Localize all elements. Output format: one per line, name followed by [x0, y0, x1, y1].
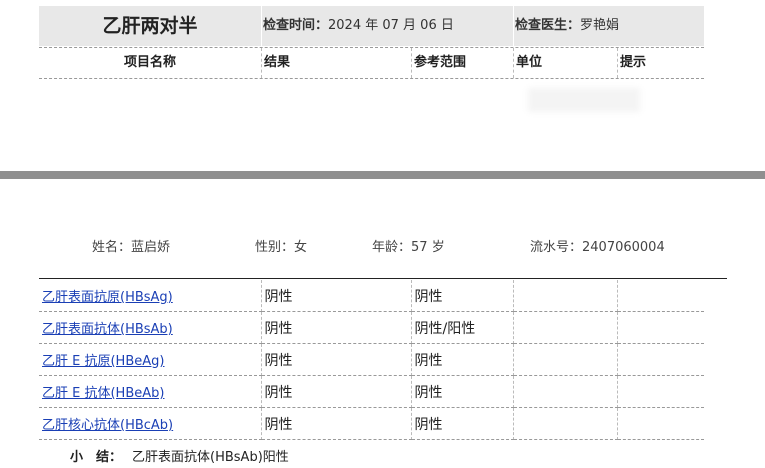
- item-link[interactable]: 乙肝 E 抗体(HBeAb): [42, 386, 164, 401]
- table-row: 乙肝表面抗体(HBsAb) 阴性 阴性/阳性: [39, 311, 704, 344]
- result-cell: 阴性: [261, 311, 412, 344]
- serial-number-value: 2407060004: [582, 240, 665, 255]
- unit-cell: [513, 375, 618, 408]
- item-cell: 乙肝表面抗原(HBsAg): [39, 280, 262, 312]
- unit-cell: [513, 343, 618, 376]
- report-header: 乙肝两对半 检查时间：2024 年 07 月 06 日 检查医生：罗艳娟: [39, 6, 704, 46]
- blurred-area: [528, 88, 640, 112]
- table-row: 乙肝核心抗体(HBcAb) 阴性 阴性: [39, 407, 704, 440]
- item-link[interactable]: 乙肝 E 抗原(HBeAg): [42, 354, 164, 369]
- reference-cell: 阴性: [411, 407, 514, 440]
- reference-cell: 阴性: [411, 343, 514, 376]
- patient-name-label: 姓名：: [92, 240, 132, 255]
- column-divider: [411, 48, 412, 78]
- exam-time-value: 2024 年 07 月 06 日: [328, 18, 454, 33]
- page-divider: [0, 171, 765, 179]
- column-header-unit: 单位: [516, 55, 543, 70]
- patient-name: 姓名：蓝启娇: [92, 236, 170, 255]
- hint-cell: [617, 311, 704, 344]
- results-table: 乙肝表面抗原(HBsAg) 阴性 阴性 乙肝表面抗体(HBsAb) 阴性 阴性/…: [39, 280, 704, 440]
- report-title: 乙肝两对半: [102, 15, 198, 37]
- result-cell: 阴性: [261, 375, 412, 408]
- patient-sex-value: 女: [294, 240, 308, 255]
- summary-text: 乙肝表面抗体(HBsAb)阳性: [132, 450, 289, 465]
- hint-cell: [617, 343, 704, 376]
- header-divider: [261, 6, 262, 46]
- item-link[interactable]: 乙肝表面抗原(HBsAg): [42, 290, 173, 305]
- column-header-hint: 提示: [620, 55, 647, 70]
- doctor-label: 检查医生：: [515, 18, 581, 33]
- column-divider: [513, 48, 514, 78]
- patient-age: 年龄：57 岁: [372, 236, 445, 255]
- item-cell: 乙肝表面抗体(HBsAb): [39, 311, 262, 344]
- hint-cell: [617, 280, 704, 312]
- patient-sex: 性别：女: [255, 236, 307, 255]
- hint-cell: [617, 375, 704, 408]
- serial-number-label: 流水号：: [530, 240, 583, 255]
- hint-cell: [617, 407, 704, 440]
- column-header-result: 结果: [264, 55, 291, 70]
- item-link[interactable]: 乙肝核心抗体(HBcAb): [42, 418, 173, 433]
- column-divider: [261, 48, 262, 78]
- table-row: 乙肝 E 抗体(HBeAb) 阴性 阴性: [39, 375, 704, 408]
- patient-name-value: 蓝启娇: [131, 240, 171, 255]
- column-header-item: 项目名称: [123, 55, 176, 70]
- unit-cell: [513, 311, 618, 344]
- unit-cell: [513, 280, 618, 312]
- patient-age-label: 年龄：: [372, 240, 412, 255]
- header-divider: [513, 6, 514, 46]
- summary: 小 结： 乙肝表面抗体(HBsAb)阳性: [70, 446, 289, 465]
- result-cell: 阴性: [261, 343, 412, 376]
- item-cell: 乙肝核心抗体(HBcAb): [39, 407, 262, 440]
- column-header-row: 项目名称 结果 参考范围 单位 提示: [39, 47, 704, 79]
- exam-doctor: 检查医生：罗艳娟: [515, 6, 619, 46]
- result-cell: 阴性: [261, 407, 412, 440]
- reference-cell: 阴性/阳性: [411, 311, 514, 344]
- serial-number: 流水号：2407060004: [530, 236, 665, 255]
- item-cell: 乙肝 E 抗原(HBeAg): [39, 343, 262, 376]
- table-row: 乙肝 E 抗原(HBeAg) 阴性 阴性: [39, 343, 704, 376]
- doctor-value: 罗艳娟: [580, 18, 620, 33]
- table-top-rule: [39, 278, 727, 279]
- item-link[interactable]: 乙肝表面抗体(HBsAb): [42, 322, 173, 337]
- item-cell: 乙肝 E 抗体(HBeAb): [39, 375, 262, 408]
- exam-time: 检查时间：2024 年 07 月 06 日: [263, 6, 454, 46]
- patient-sex-label: 性别：: [255, 240, 295, 255]
- patient-age-value: 57 岁: [411, 240, 445, 255]
- table-row: 乙肝表面抗原(HBsAg) 阴性 阴性: [39, 280, 704, 312]
- reference-cell: 阴性: [411, 375, 514, 408]
- summary-label: 小 结：: [70, 450, 123, 465]
- exam-time-label: 检查时间：: [263, 18, 329, 33]
- result-cell: 阴性: [261, 280, 412, 312]
- unit-cell: [513, 407, 618, 440]
- column-header-reference: 参考范围: [414, 55, 467, 70]
- column-divider: [617, 48, 618, 78]
- reference-cell: 阴性: [411, 280, 514, 312]
